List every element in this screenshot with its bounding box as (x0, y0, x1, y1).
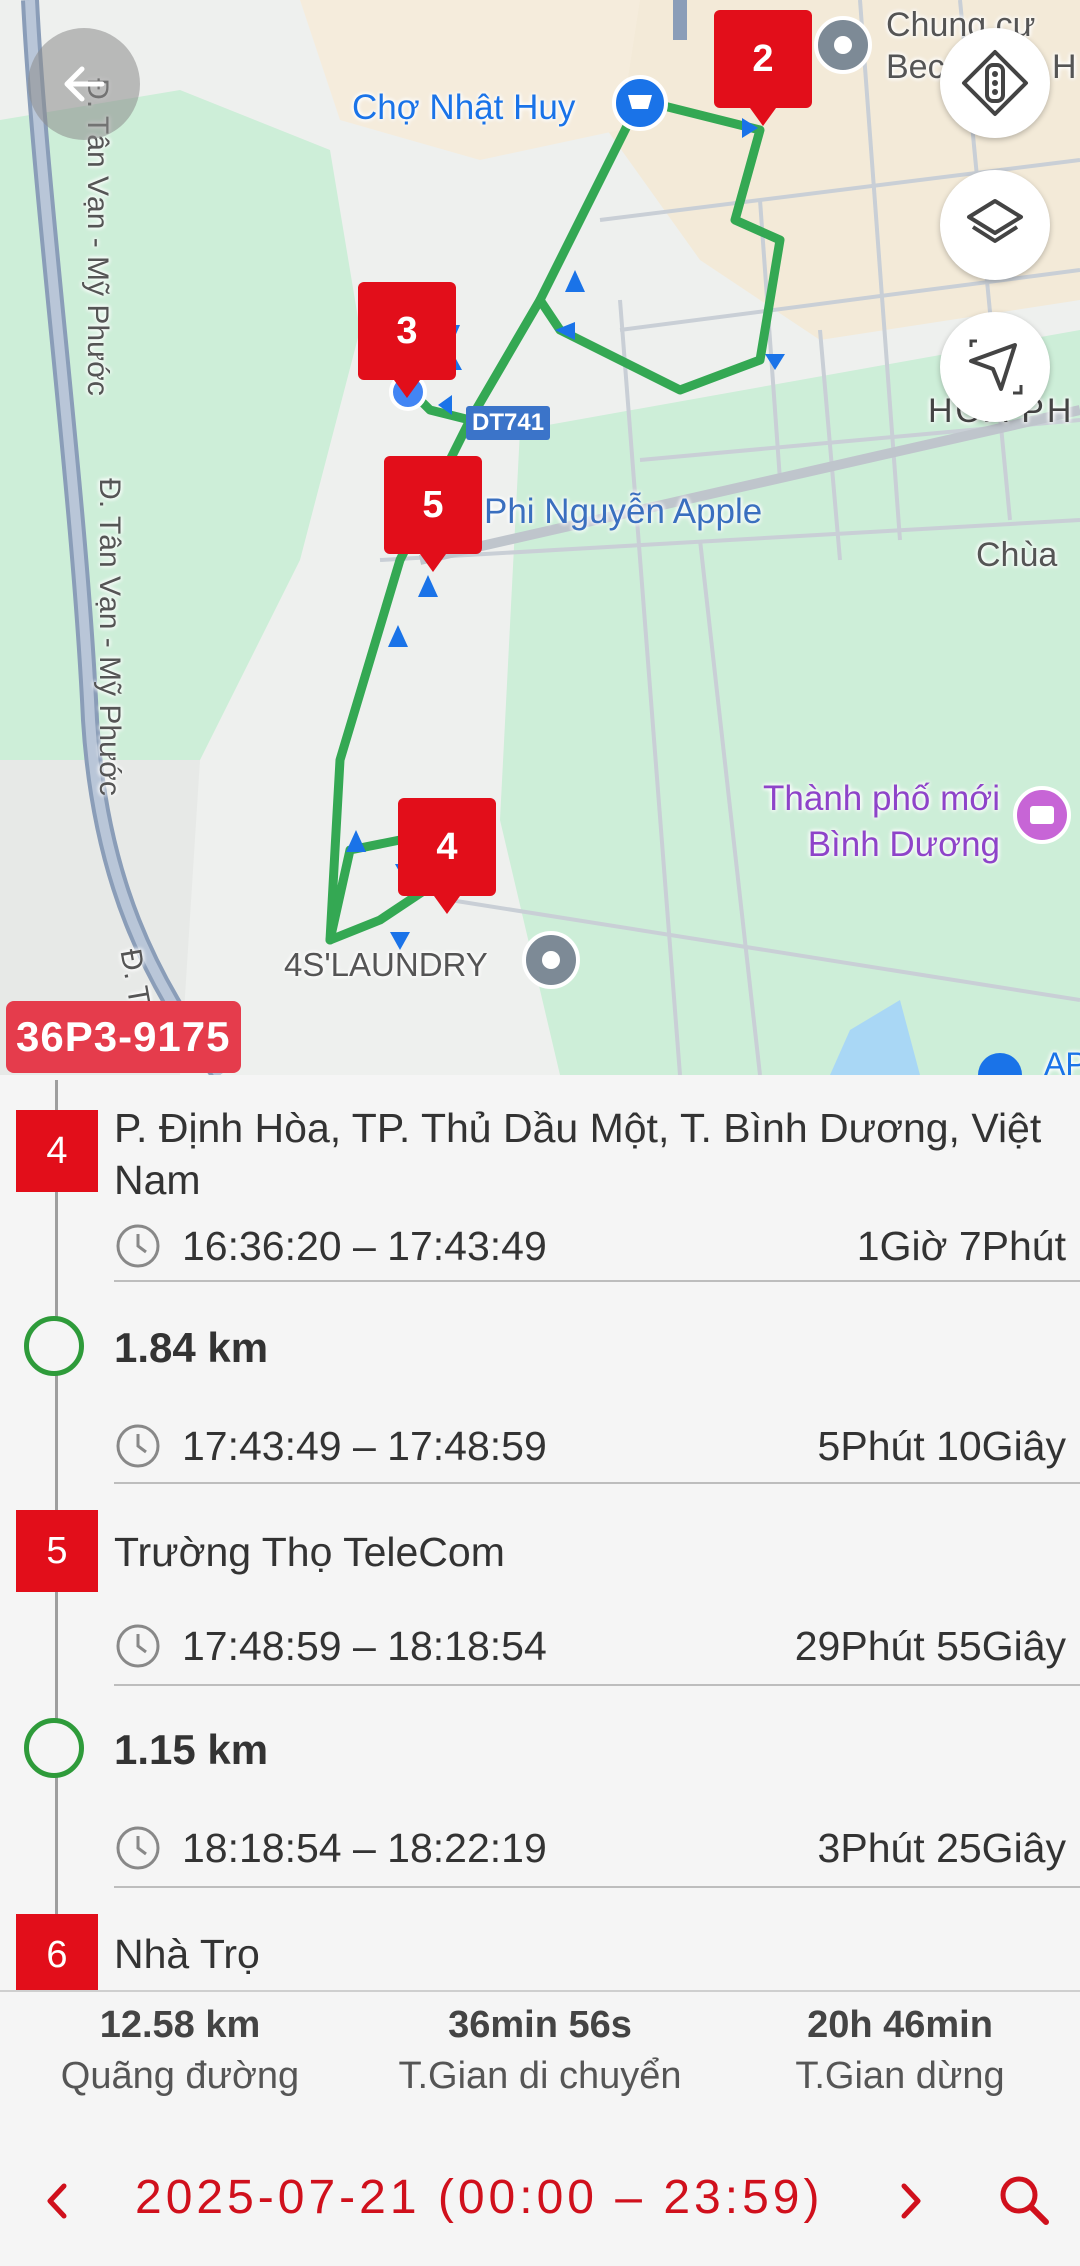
stop-duration: 1Giờ 7Phút (856, 1222, 1066, 1269)
summary-moving-value: 36min 56s (448, 2004, 632, 2046)
move-distance: 1.84 km (114, 1324, 269, 1371)
stop-marker-5[interactable]: 5 (384, 456, 482, 572)
road-label-west-2: Đ. Tân Vạn - Mỹ Phước (92, 478, 126, 796)
summary-stop-value: 20h 46min (807, 2004, 993, 2046)
apartment-label-2: Bec (886, 48, 945, 86)
poi-label-chua: Chùa (976, 536, 1058, 574)
poi-label-laundry: 4S'LAUNDRY (284, 946, 488, 983)
divider (114, 1482, 1080, 1484)
stop-address: Trường Thọ TeleCom (114, 1529, 505, 1575)
move-duration: 5Phút 10Giây (817, 1422, 1066, 1469)
prev-day-button[interactable] (32, 2176, 82, 2226)
stop-marker-3[interactable]: 3 (358, 282, 456, 398)
stop-badge-4: 4 (16, 1110, 98, 1192)
clock-icon (116, 1224, 160, 1268)
layers-button[interactable] (940, 170, 1050, 280)
stop-address: P. Định Hòa, TP. Thủ Dầu Một, T. Bình Dư… (114, 1105, 1042, 1203)
back-button[interactable] (28, 28, 140, 140)
traffic-light-icon (962, 50, 1028, 116)
date-bar: 2025-07-21 (00:00 – 23:59) (0, 2126, 1080, 2266)
traffic-button[interactable] (940, 28, 1050, 138)
market-label: Chợ Nhật Huy (352, 88, 576, 127)
stop-time-row: 16:36:20 – 17:43:49 1Giờ 7Phút (114, 1206, 1066, 1286)
apartment-label-frag: H (1052, 48, 1077, 86)
stop-badge-6: 6 (16, 1914, 98, 1990)
stop-time-range: 16:36:20 – 17:43:49 (182, 1222, 547, 1269)
stop-badge-5: 5 (16, 1510, 98, 1592)
layers-icon (967, 199, 1023, 243)
move-time-row: 18:18:54 – 18:22:19 3Phút 25Giây (114, 1808, 1066, 1888)
summary-moving-label: T.Gian di chuyển (398, 2055, 682, 2097)
move-node-icon (24, 1316, 84, 1376)
move-duration: 3Phút 25Giây (817, 1824, 1066, 1871)
road-badge: DT741 (466, 406, 551, 440)
stop-duration: 29Phút 55Giây (794, 1622, 1066, 1669)
stop-time-row: 17:48:59 – 18:18:54 29Phút 55Giây (114, 1606, 1066, 1686)
next-day-button[interactable] (886, 2176, 936, 2226)
move-distance: 1.15 km (114, 1726, 269, 1773)
vehicle-plate-label: 36P3-9175 (6, 1001, 241, 1073)
navigation-arrow-icon (969, 339, 1023, 395)
divider (114, 1684, 1080, 1686)
summary-stop-time: 20h 46min T.Gian dừng (720, 1992, 1080, 2126)
stop-time-range: 17:48:59 – 18:18:54 (182, 1622, 547, 1669)
poi-label-new-city-line2: Bình Dương (807, 825, 1000, 864)
move-node-icon (24, 1718, 84, 1778)
move-time-range: 18:18:54 – 18:22:19 (182, 1824, 547, 1871)
map-view[interactable]: Chợ Nhật Huy Chung cư Bec H Đ. Tân Vạn -… (0, 0, 1080, 1075)
poi-label-new-city: Thành phố mới Bình Dương (700, 776, 1000, 868)
divider (114, 1886, 1080, 1888)
summary-stop-label: T.Gian dừng (795, 2055, 1005, 2097)
stop-address: Nhà Trọ (114, 1931, 260, 1977)
poi-label-new-city-line1: Thành phố mới (763, 779, 1000, 818)
clock-icon (116, 1424, 160, 1468)
trip-summary: 12.58 km Quãng đường 36min 56s T.Gian di… (0, 1990, 1080, 2128)
trip-timeline[interactable]: 4 P. Định Hòa, TP. Thủ Dầu Một, T. Bình … (0, 1080, 1080, 1990)
clock-icon (116, 1624, 160, 1668)
divider (114, 1280, 1080, 1282)
move-time-row: 17:43:49 – 17:48:59 5Phút 10Giây (114, 1406, 1066, 1486)
summary-distance-label: Quãng đường (60, 2055, 300, 2097)
summary-distance: 12.58 km Quãng đường (0, 1992, 360, 2126)
poi-label-ap: AP (1044, 1046, 1080, 1075)
back-arrow-icon (64, 66, 105, 102)
move-time-range: 17:43:49 – 17:48:59 (182, 1422, 547, 1469)
summary-distance-value: 12.58 km (99, 2004, 261, 2046)
summary-moving-time: 36min 56s T.Gian di chuyển (360, 1992, 720, 2126)
locate-button[interactable] (940, 312, 1050, 422)
stop-marker-4[interactable]: 4 (398, 798, 496, 914)
poi-label-phi-nguyen: Phi Nguyễn Apple (484, 492, 763, 531)
date-range-label[interactable]: 2025-07-21 (00:00 – 23:59) (135, 2170, 823, 2225)
clock-icon (116, 1826, 160, 1870)
search-icon[interactable] (994, 2170, 1054, 2230)
map-canvas (0, 0, 1080, 1075)
stop-marker-2[interactable]: 2 (714, 10, 812, 126)
